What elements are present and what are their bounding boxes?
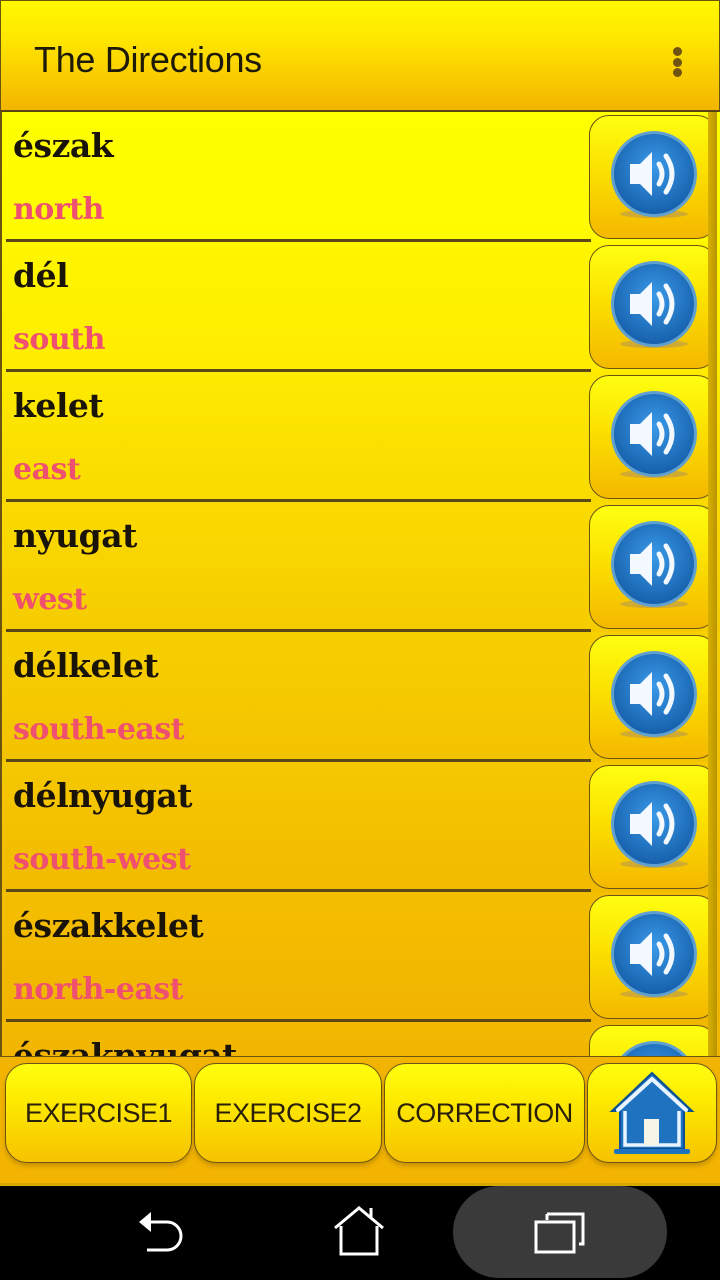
hungarian-word: nyugat	[13, 516, 137, 555]
toolbar: The Directions	[0, 0, 720, 112]
scrollbar[interactable]	[708, 112, 717, 1056]
english-translation: south-east	[13, 712, 185, 747]
play-sound-button[interactable]	[589, 895, 717, 1019]
app-screen: The Directions észak north dél south kel…	[0, 0, 720, 1183]
home-button[interactable]	[587, 1063, 717, 1163]
exercise2-button[interactable]: EXERCISE2	[194, 1063, 382, 1163]
exercise1-button[interactable]: EXERCISE1	[5, 1063, 192, 1163]
hungarian-word: dél	[13, 256, 69, 295]
speaker-icon	[611, 131, 697, 218]
correction-button[interactable]: CORRECTION	[384, 1063, 585, 1163]
play-sound-button[interactable]	[589, 245, 717, 369]
home-icon	[609, 1071, 695, 1154]
word-list[interactable]: észak north dél south kelet east nyugat …	[0, 112, 720, 1056]
word-pair[interactable]: északnyugat north-west	[2, 1022, 587, 1056]
bottom-bar: EXERCISE1 EXERCISE2 CORRECTION	[0, 1056, 720, 1183]
hungarian-word: délkelet	[13, 646, 159, 685]
hungarian-word: északnyugat	[13, 1036, 237, 1056]
english-translation: south	[13, 322, 105, 357]
english-translation: north-east	[13, 972, 184, 1007]
play-sound-button[interactable]	[589, 765, 717, 889]
play-sound-button[interactable]	[589, 375, 717, 499]
speaker-icon	[611, 261, 697, 348]
list-item[interactable]: észak north	[2, 112, 720, 242]
english-translation: east	[13, 452, 81, 487]
back-icon[interactable]	[133, 1208, 185, 1256]
speaker-icon	[611, 651, 697, 738]
play-sound-button[interactable]	[589, 115, 717, 239]
hungarian-word: észak	[13, 126, 114, 165]
word-pair[interactable]: nyugat west	[2, 502, 587, 632]
speaker-icon	[611, 911, 697, 998]
list-item[interactable]: kelet east	[2, 372, 720, 502]
hungarian-word: északkelet	[13, 906, 204, 945]
english-translation: south-west	[13, 842, 191, 877]
list-item[interactable]: délnyugat south-west	[2, 762, 720, 892]
recent-apps-icon[interactable]	[533, 1210, 587, 1256]
play-sound-button[interactable]	[589, 635, 717, 759]
word-pair[interactable]: délkelet south-east	[2, 632, 587, 762]
english-translation: west	[13, 582, 87, 617]
word-pair[interactable]: északkelet north-east	[2, 892, 587, 1022]
more-vert-icon[interactable]	[663, 41, 691, 83]
word-pair[interactable]: észak north	[2, 112, 587, 242]
english-translation: north	[13, 192, 104, 227]
word-pair[interactable]: dél south	[2, 242, 587, 372]
page-title: The Directions	[34, 39, 262, 80]
play-sound-button[interactable]	[589, 505, 717, 629]
speaker-icon	[611, 521, 697, 608]
hungarian-word: délnyugat	[13, 776, 192, 815]
list-item[interactable]: délkelet south-east	[2, 632, 720, 762]
home-outline-icon[interactable]	[332, 1206, 386, 1258]
speaker-icon	[611, 391, 697, 478]
speaker-icon	[621, 1041, 687, 1056]
list-item[interactable]: nyugat west	[2, 502, 720, 632]
list-item[interactable]: északnyugat north-west	[2, 1022, 720, 1056]
word-pair[interactable]: kelet east	[2, 372, 587, 502]
hungarian-word: kelet	[13, 386, 104, 425]
speaker-icon	[611, 781, 697, 868]
play-sound-button[interactable]	[589, 1025, 717, 1056]
word-pair[interactable]: délnyugat south-west	[2, 762, 587, 892]
list-item[interactable]: dél south	[2, 242, 720, 372]
list-item[interactable]: északkelet north-east	[2, 892, 720, 1022]
